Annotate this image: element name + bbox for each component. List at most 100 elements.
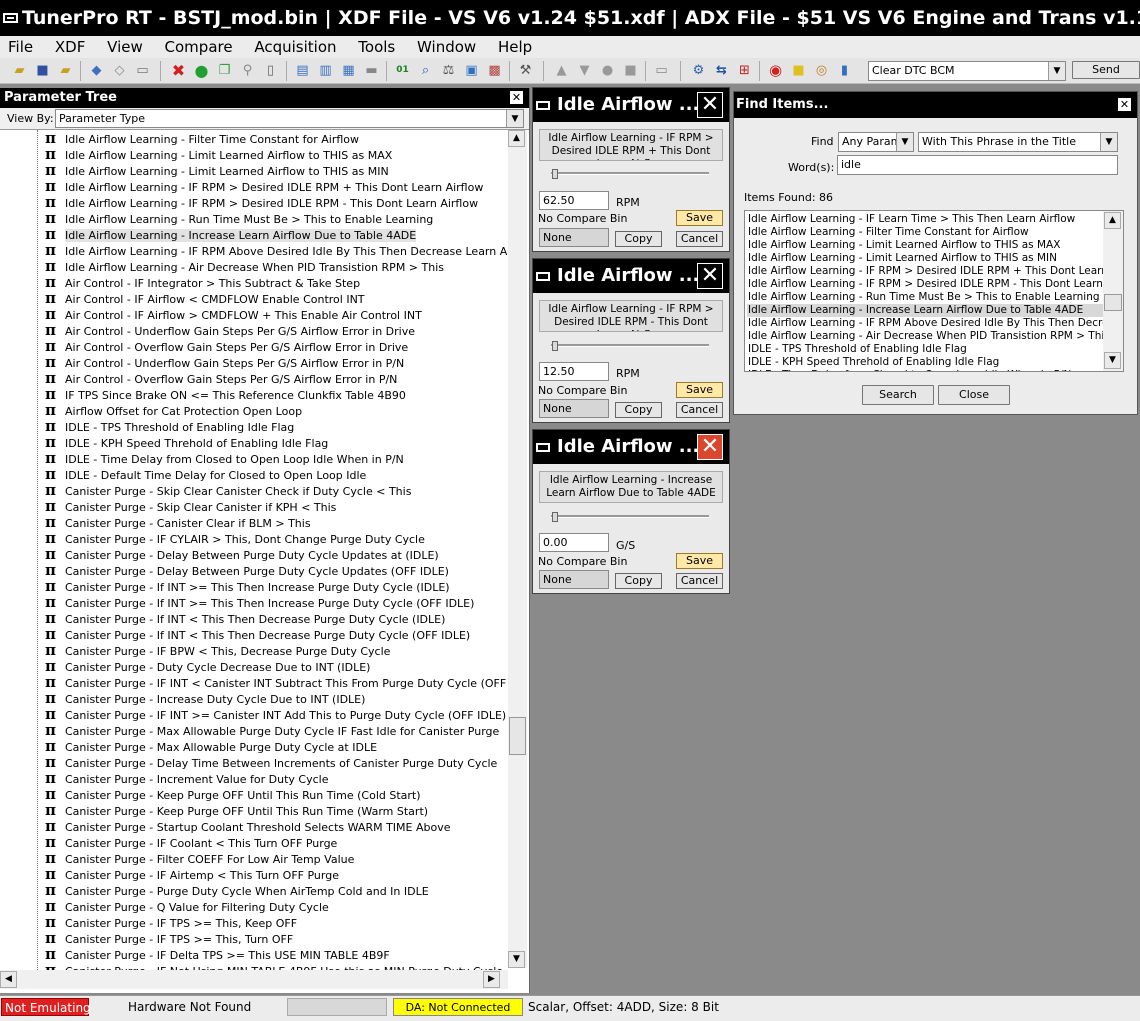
tree-item[interactable]: π Canister Purge - Max Allowable Purge Du… (45, 722, 499, 738)
window-tile-icon[interactable]: ▥ (317, 62, 334, 79)
window-props-icon[interactable]: ▦ (340, 62, 357, 79)
tree-vertical-scrollbar[interactable]: ▲ ▼ (508, 130, 527, 968)
find-result-item[interactable]: Idle Airflow Learning - IF RPM > Desired… (748, 278, 1123, 291)
grid-icon[interactable]: ⊞ (736, 62, 753, 79)
tree-item[interactable]: π Canister Purge - Skip Clear Canister if… (45, 498, 336, 514)
scroll-thumb[interactable] (1104, 294, 1122, 311)
editor-1-save-button[interactable]: Save (676, 210, 723, 226)
editor-2-copy-button[interactable]: Copy (615, 402, 662, 418)
window-list-icon[interactable]: ▤ (294, 62, 311, 79)
tree-item[interactable]: π Idle Airflow Learning - Air Decrease Wh… (45, 258, 444, 274)
editor-2-slider-handle[interactable] (552, 341, 558, 351)
bar-chart-icon[interactable]: ▮ (836, 62, 853, 79)
arrow-up-icon[interactable]: ▲ (553, 62, 570, 79)
tree-item[interactable]: π Idle Airflow Learning - IF RPM Above De… (45, 242, 507, 258)
close-button[interactable]: Close (938, 385, 1010, 405)
chevron-down-icon[interactable]: ▼ (506, 110, 523, 127)
find-result-item[interactable]: Idle Airflow Learning - IF RPM Above Des… (748, 317, 1123, 330)
tree-item[interactable]: π IDLE - KPH Speed Threhold of Enabling I… (45, 434, 328, 450)
save-icon[interactable]: ■ (34, 62, 51, 79)
find-result-item[interactable]: IDLE - Time Delay from Closed to Open Lo… (748, 369, 1071, 371)
menu-window[interactable]: Window (417, 36, 476, 58)
search-icon[interactable]: ⌕ (417, 62, 434, 79)
words-input[interactable]: idle (837, 155, 1118, 175)
find-result-item[interactable]: Idle Airflow Learning - Run Time Must Be… (748, 291, 1100, 304)
close-icon[interactable]: ✕ (697, 434, 723, 460)
close-icon[interactable]: ✕ (697, 92, 723, 118)
menu-acquisition[interactable]: Acquisition (254, 36, 336, 58)
tree-item[interactable]: π Canister Purge - IF BPW < This, Decreas… (45, 642, 390, 658)
tree-item[interactable]: π Idle Airflow Learning - Increase Learn … (45, 226, 417, 242)
close-icon[interactable]: ✕ (510, 91, 523, 104)
tree-item[interactable]: π Canister Purge - Q Value for Filtering … (45, 898, 329, 914)
scroll-down-icon[interactable]: ▼ (508, 951, 525, 968)
tree-item[interactable]: π Canister Purge - Purge Duty Cycle When … (45, 882, 429, 898)
menu-tools[interactable]: Tools (358, 36, 395, 58)
command-combo[interactable]: Clear DTC BCM ▼ (868, 61, 1066, 81)
tree-item[interactable]: π Canister Purge - IF TPS >= This, Keep O… (45, 914, 297, 930)
monitor-icon[interactable]: ▬ (363, 62, 380, 79)
tree-item[interactable]: π Canister Purge - IF Airtemp < This Turn… (45, 866, 339, 882)
add-icon[interactable]: ● (193, 62, 210, 79)
binary-icon[interactable]: 01 (394, 62, 411, 79)
tree-item[interactable]: π Canister Purge - If INT < This Then Dec… (45, 626, 470, 642)
tree-item[interactable]: π Canister Purge - Max Allowable Purge Du… (45, 738, 377, 754)
open-folder-icon[interactable]: ▰ (57, 62, 74, 79)
tree-item[interactable]: π IF TPS Since Brake ON <= This Reference… (45, 386, 406, 402)
scroll-left-icon[interactable]: ◀ (0, 971, 17, 988)
find-result-item[interactable]: Idle Airflow Learning - Air Decrease Whe… (748, 330, 1110, 343)
tree-item[interactable]: πCanister Purge - IF Not Using MIN TABLE… (45, 962, 503, 970)
tree-item[interactable]: π Canister Purge - Duty Cycle Decrease Du… (45, 658, 370, 674)
xdf-icon[interactable]: ◆ (88, 62, 105, 79)
link-icon[interactable]: ⚲ (239, 62, 256, 79)
scroll-right-icon[interactable]: ▶ (483, 971, 500, 988)
tree-item[interactable]: π Idle Airflow Learning - Limit Learned A… (45, 146, 392, 162)
view-by-select[interactable]: Parameter Type ▼ (55, 109, 524, 128)
editor-3-value-input[interactable]: 0.00 (539, 533, 609, 552)
editor-2-cancel-button[interactable]: Cancel (676, 402, 723, 418)
parameter-tree-list[interactable]: π Idle Airflow Learning - Filter Time Con… (0, 130, 507, 970)
tree-item[interactable]: π Canister Purge - Keep Purge OFF Until T… (45, 802, 428, 818)
find-result-item[interactable]: IDLE - TPS Threshold of Enabling Idle Fl… (748, 343, 967, 356)
find-results-scrollbar[interactable]: ▲ ▼ (1103, 211, 1123, 371)
tree-item[interactable]: π Canister Purge - Skip Clear Canister Ch… (45, 482, 411, 498)
tree-item[interactable]: π Canister Purge - IF INT >= Canister INT… (45, 706, 506, 722)
new-document-icon[interactable]: ▭ (134, 62, 151, 79)
close-icon[interactable]: ✕ (1118, 98, 1131, 111)
editor-2-slider-track[interactable] (551, 344, 709, 347)
gauge-icon[interactable]: ◎ (813, 62, 830, 79)
tree-item[interactable]: π Air Control - Underflow Gain Steps Per … (45, 322, 415, 338)
tree-item[interactable]: π Air Control - Overflow Gain Steps Per G… (45, 370, 397, 386)
tree-item[interactable]: π Airflow Offset for Cat Protection Open … (45, 402, 302, 418)
tree-item[interactable]: π IDLE - TPS Threshold of Enabling Idle F… (45, 418, 294, 434)
find-result-item[interactable]: Idle Airflow Learning - Filter Time Cons… (748, 226, 1029, 239)
tree-item[interactable]: π Canister Purge - Delay Between Purge Du… (45, 546, 439, 562)
chevron-down-icon[interactable]: ▼ (1100, 133, 1117, 151)
close-icon[interactable]: ✕ (697, 263, 723, 289)
find-result-item[interactable]: IDLE - KPH Speed Threhold of Enabling Id… (748, 356, 999, 369)
menu-xdf[interactable]: XDF (55, 36, 85, 58)
find-type-select[interactable]: Any Param ▼ (838, 132, 914, 152)
tool-icon[interactable]: ⚒ (517, 62, 534, 79)
editor-1-value-input[interactable]: 62.50 (539, 191, 609, 210)
hierarchy-icon[interactable]: ▣ (463, 62, 480, 79)
editor-3-slider-handle[interactable] (552, 512, 558, 522)
tree-item[interactable]: π Canister Purge - Increment Value for Du… (45, 770, 328, 786)
tree-item[interactable]: π Canister Purge - Keep Purge OFF Until T… (45, 786, 421, 802)
tree-item[interactable]: π Canister Purge - IF Coolant < This Turn… (45, 834, 337, 850)
tree-item[interactable]: π Canister Purge - Delay Between Purge Du… (45, 562, 449, 578)
tree-item[interactable]: π Canister Purge - If INT < This Then Dec… (45, 610, 445, 626)
tree-item[interactable]: π Canister Purge - IF TPS >= This, Turn O… (45, 930, 293, 946)
scroll-up-icon[interactable]: ▲ (1104, 212, 1121, 229)
tree-item[interactable]: π Air Control - IF Airflow < CMDFLOW Enab… (45, 290, 365, 306)
scroll-down-icon[interactable]: ▼ (1104, 352, 1121, 369)
connect-icon[interactable]: ⇆ (713, 62, 730, 79)
record-log-icon[interactable]: ◉ (767, 62, 784, 79)
note-icon[interactable]: ■ (790, 62, 807, 79)
editor-3-copy-button[interactable]: Copy (615, 573, 662, 589)
tree-horizontal-scrollbar[interactable]: ◀ ▶ (0, 970, 508, 989)
tree-item[interactable]: π Canister Purge - IF INT < Canister INT … (45, 674, 507, 690)
tree-item[interactable]: π Canister Purge - Startup Coolant Thresh… (45, 818, 451, 834)
find-result-item[interactable]: Idle Airflow Learning - IF RPM > Desired… (748, 265, 1123, 278)
xdf-open-icon[interactable]: ◇ (111, 62, 128, 79)
